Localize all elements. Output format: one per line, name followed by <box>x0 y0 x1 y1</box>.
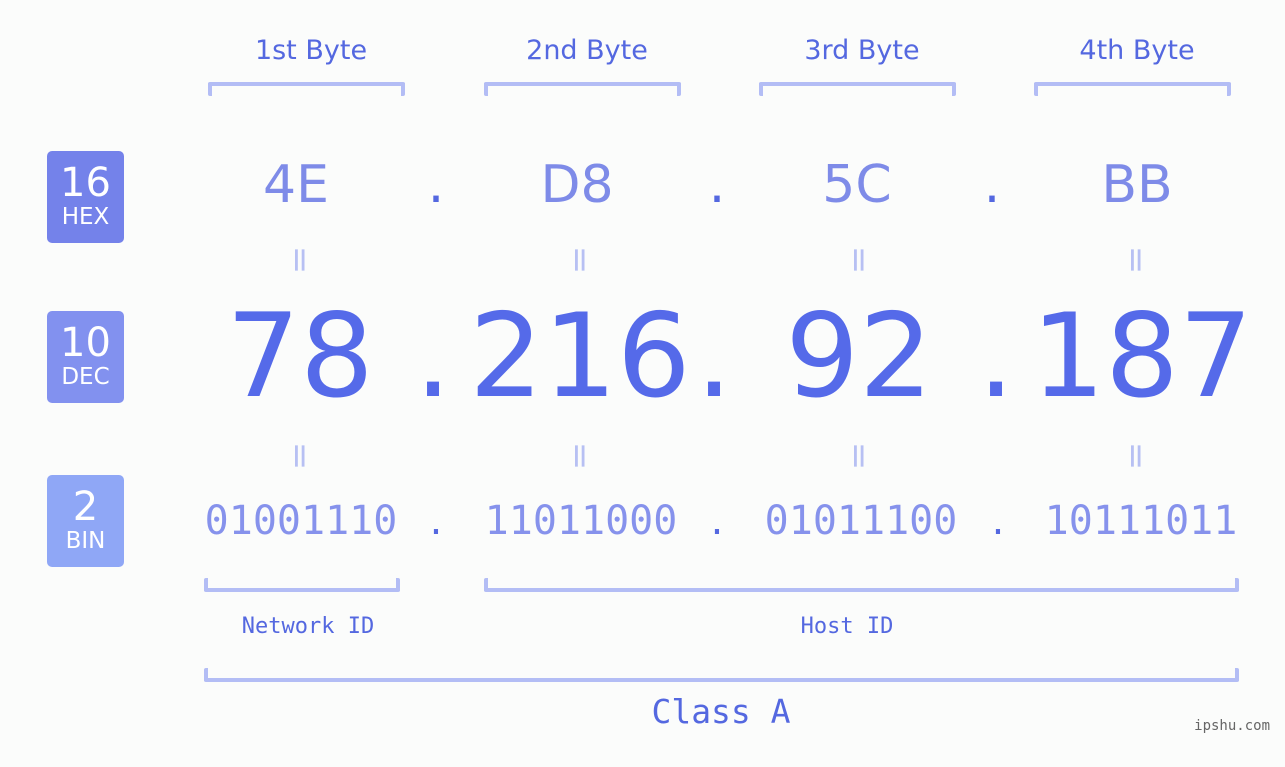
byte-bracket-2 <box>484 82 681 96</box>
bin-byte-4: 10111011 <box>1044 498 1238 544</box>
equals-icon: = <box>1116 441 1156 471</box>
byte-label-3: 3rd Byte <box>804 35 920 66</box>
equals-icon: = <box>1116 245 1156 275</box>
equals-icon: = <box>560 245 600 275</box>
network-id-label: Network ID <box>241 614 375 639</box>
dec-byte-1: 78 <box>226 289 374 424</box>
bin-badge-number: 2 <box>72 484 99 530</box>
byte-bracket-4 <box>1034 82 1231 96</box>
hex-byte-3: 5C <box>822 155 892 215</box>
equals-icon: = <box>839 441 879 471</box>
host-id-bracket <box>484 578 1239 592</box>
bin-byte-1: 01001110 <box>204 498 398 544</box>
bin-byte-3: 01011100 <box>764 498 958 544</box>
equals-icon: = <box>280 245 320 275</box>
byte-bracket-1 <box>208 82 405 96</box>
watermark: ipshu.com <box>1194 718 1270 734</box>
class-bracket <box>204 668 1239 682</box>
hex-separator-3: . <box>983 155 1001 215</box>
bin-separator-2: . <box>710 498 724 544</box>
hex-badge-number: 16 <box>60 160 111 206</box>
hex-byte-2: D8 <box>540 155 614 215</box>
bin-badge: 2 BIN <box>47 475 124 567</box>
byte-label-4: 4th Byte <box>1079 35 1195 66</box>
bin-badge-label: BIN <box>65 528 106 554</box>
bin-separator-3: . <box>991 498 1005 544</box>
byte-bracket-3 <box>759 82 956 96</box>
class-label: Class A <box>651 692 791 731</box>
hex-byte-4: BB <box>1101 155 1173 215</box>
bin-separator-1: . <box>429 498 443 544</box>
dec-badge: 10 DEC <box>47 311 124 403</box>
hex-byte-1: 4E <box>263 155 329 215</box>
dec-byte-2: 216 <box>469 289 691 424</box>
hex-badge-label: HEX <box>61 204 110 230</box>
hex-badge: 16 HEX <box>47 151 124 243</box>
equals-icon: = <box>560 441 600 471</box>
bin-byte-2: 11011000 <box>484 498 678 544</box>
dec-badge-number: 10 <box>60 320 111 366</box>
byte-label-2: 2nd Byte <box>526 35 648 66</box>
equals-icon: = <box>839 245 879 275</box>
dec-byte-4: 187 <box>1031 289 1253 424</box>
host-id-label: Host ID <box>800 614 894 639</box>
dec-byte-3: 92 <box>785 289 933 424</box>
network-id-bracket <box>204 578 400 592</box>
hex-separator-2: . <box>708 155 726 215</box>
hex-separator-1: . <box>427 155 445 215</box>
byte-label-1: 1st Byte <box>254 35 368 66</box>
dec-badge-label: DEC <box>61 364 110 390</box>
equals-icon: = <box>280 441 320 471</box>
